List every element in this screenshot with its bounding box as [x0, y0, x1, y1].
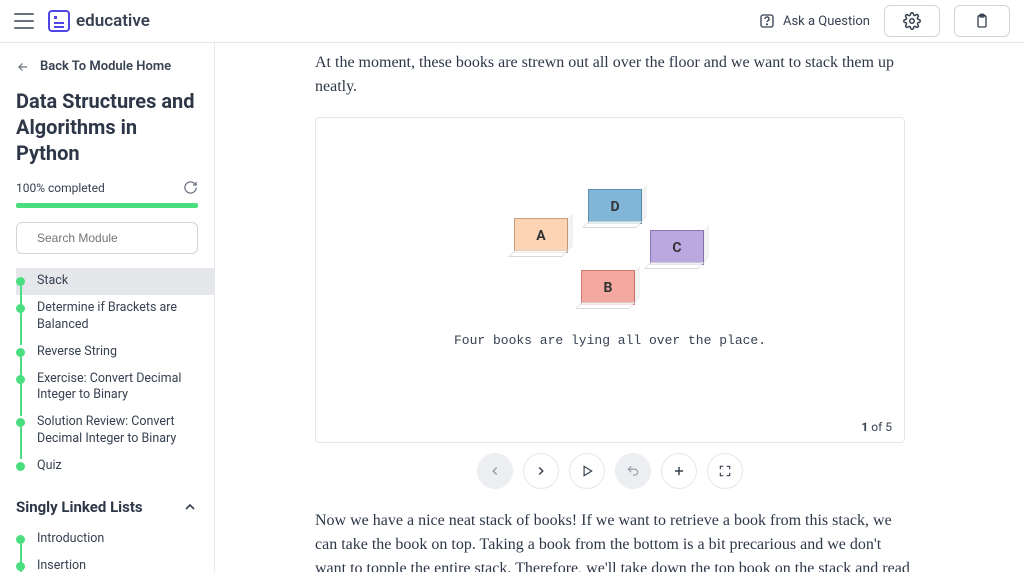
search-input[interactable]	[37, 231, 192, 245]
logo-mark-icon	[48, 10, 70, 32]
top-header: educative Ask a Question	[0, 0, 1024, 43]
books-illustration: D A C B Four books are lying all over th…	[316, 118, 904, 373]
lesson-item-quiz[interactable]: Quiz	[16, 453, 214, 480]
slide-caption: Four books are lying all over the place.	[316, 333, 904, 348]
slide-controls	[315, 453, 905, 489]
lesson-item-intro[interactable]: Introduction	[16, 526, 214, 553]
next-slide-button[interactable]	[523, 453, 559, 489]
progress-label: 100% completed	[16, 181, 105, 195]
brand-logo[interactable]: educative	[48, 10, 150, 32]
add-button[interactable]	[661, 453, 697, 489]
ask-question-link[interactable]: Ask a Question	[759, 13, 870, 29]
undo-icon	[626, 464, 640, 478]
book-c: C	[650, 230, 704, 265]
book-a: A	[514, 218, 568, 253]
sidebar: Back To Module Home Data Structures and …	[0, 43, 215, 572]
lesson-item-exercise[interactable]: Exercise: Convert Decimal Integer to Bin…	[16, 366, 214, 410]
lesson-item-brackets[interactable]: Determine if Brackets are Balanced	[16, 295, 214, 339]
progress-row: 100% completed	[0, 180, 214, 203]
prev-slide-button	[477, 453, 513, 489]
clipboard-button[interactable]	[954, 5, 1010, 37]
follow-paragraph: Now we have a nice neat stack of books! …	[315, 509, 915, 572]
brand-name: educative	[76, 11, 150, 31]
book-b: B	[581, 270, 635, 305]
back-to-module-link[interactable]: Back To Module Home	[0, 43, 214, 88]
intro-paragraph: At the moment, these books are strewn ou…	[315, 51, 915, 99]
refresh-icon[interactable]	[183, 180, 198, 195]
expand-icon	[718, 464, 732, 478]
arrow-left-icon	[16, 60, 30, 74]
undo-button	[615, 453, 651, 489]
section-singly-linked-lists[interactable]: Singly Linked Lists	[0, 480, 214, 526]
clipboard-icon	[974, 12, 990, 30]
plus-icon	[672, 464, 686, 478]
lesson-list-1: Stack Determine if Brackets are Balanced…	[0, 268, 214, 480]
chevron-right-icon	[534, 464, 548, 478]
play-icon	[580, 464, 594, 478]
menu-icon[interactable]	[14, 13, 34, 29]
main-content: At the moment, these books are strewn ou…	[215, 43, 1024, 572]
question-icon	[759, 13, 775, 29]
lesson-item-insertion[interactable]: Insertion	[16, 553, 214, 572]
lesson-list-2: Introduction Insertion Deletion by Value…	[0, 526, 214, 572]
fullscreen-button[interactable]	[707, 453, 743, 489]
settings-button[interactable]	[884, 5, 940, 37]
gear-icon	[903, 12, 921, 30]
search-box[interactable]	[16, 222, 198, 254]
lesson-item-stack[interactable]: Stack	[16, 268, 214, 295]
lesson-item-reverse[interactable]: Reverse String	[16, 339, 214, 366]
slide-pager: 1 of 5	[861, 420, 892, 434]
slide-card: D A C B Four books are lying all over th…	[315, 117, 905, 443]
book-d: D	[588, 189, 642, 224]
play-button[interactable]	[569, 453, 605, 489]
course-title: Data Structures and Algorithms in Python	[0, 88, 214, 180]
chevron-up-icon	[182, 499, 198, 515]
lesson-item-solution[interactable]: Solution Review: Convert Decimal Integer…	[16, 409, 214, 453]
progress-bar	[16, 203, 198, 208]
chevron-left-icon	[488, 464, 502, 478]
